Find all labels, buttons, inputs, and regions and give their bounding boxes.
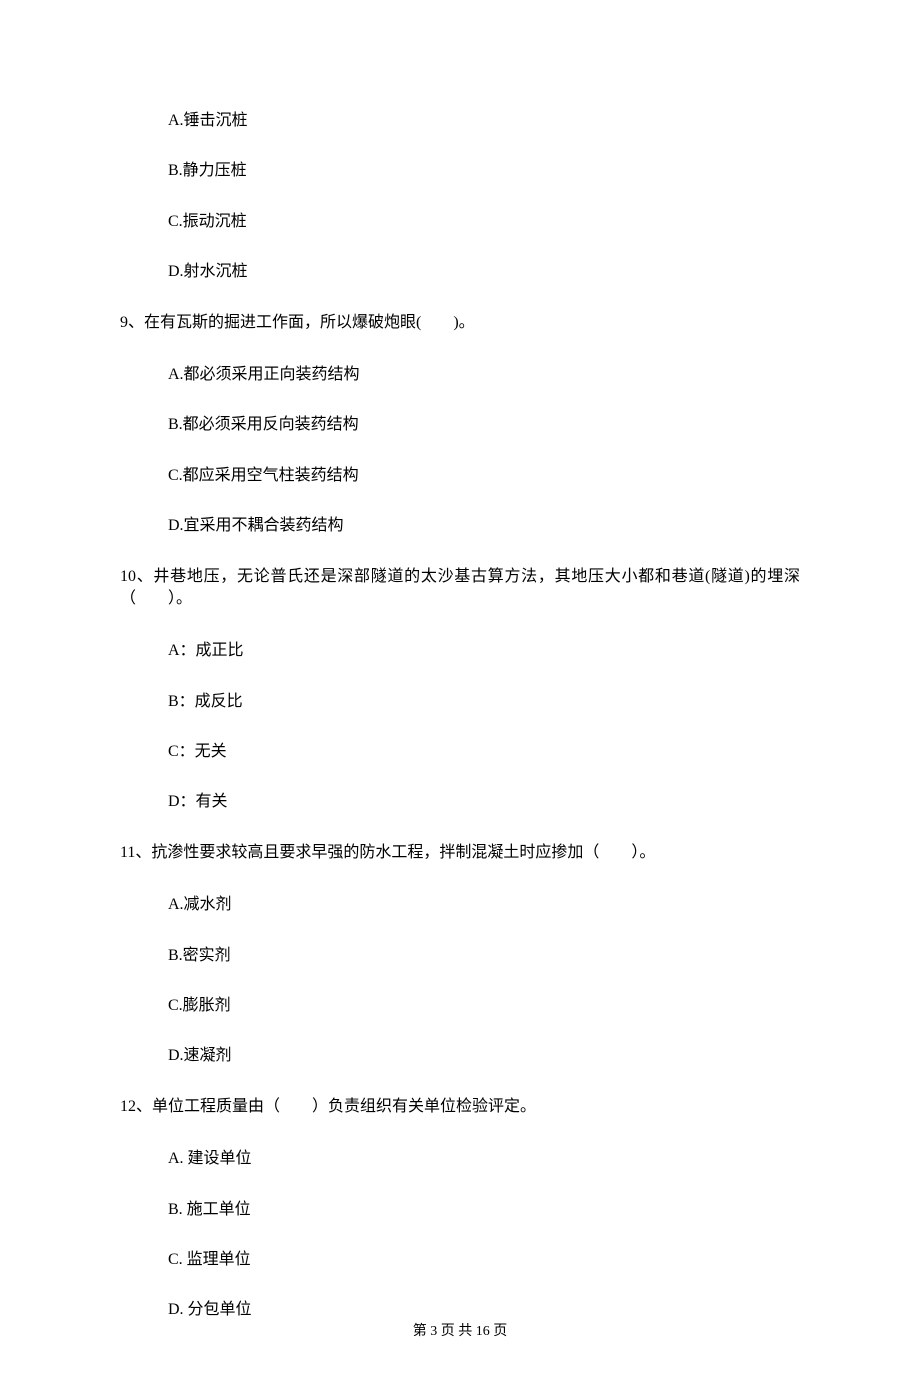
option-text: C.振动沉桩 xyxy=(168,211,800,233)
option-text: D.宜采用不耦合装药结构 xyxy=(168,515,800,537)
option-text: D.速凝剂 xyxy=(168,1045,800,1067)
option-text: B.密实剂 xyxy=(168,945,800,967)
option-text: C：无关 xyxy=(168,741,800,763)
question-11: 11、抗渗性要求较高且要求早强的防水工程，拌制混凝土时应掺加（ ）。 xyxy=(120,842,800,864)
option-text: B.静力压桩 xyxy=(168,160,800,182)
option-text: A.都必须采用正向装药结构 xyxy=(168,364,800,386)
option-text: C. 监理单位 xyxy=(168,1249,800,1271)
question-12: 12、单位工程质量由（ ）负责组织有关单位检验评定。 xyxy=(120,1096,800,1118)
option-text: D：有关 xyxy=(168,791,800,813)
option-text: C.膨胀剂 xyxy=(168,995,800,1017)
option-text: D. 分包单位 xyxy=(168,1299,800,1321)
option-text: B. 施工单位 xyxy=(168,1199,800,1221)
option-text: A：成正比 xyxy=(168,640,800,662)
question-9: 9、在有瓦斯的掘进工作面，所以爆破炮眼( )。 xyxy=(120,312,800,334)
option-text: C.都应采用空气柱装药结构 xyxy=(168,465,800,487)
option-text: B.都必须采用反向装药结构 xyxy=(168,414,800,436)
option-text: A.减水剂 xyxy=(168,894,800,916)
page-container: A.锤击沉桩 B.静力压桩 C.振动沉桩 D.射水沉桩 9、在有瓦斯的掘进工作面… xyxy=(0,0,920,1380)
option-text: A.锤击沉桩 xyxy=(168,110,800,132)
option-text: A. 建设单位 xyxy=(168,1148,800,1170)
option-text: B：成反比 xyxy=(168,691,800,713)
question-10: 10、井巷地压，无论普氏还是深部隧道的太沙基古算方法，其地压大小都和巷道(隧道)… xyxy=(120,566,800,611)
page-footer: 第 3 页 共 16 页 xyxy=(0,1322,920,1342)
option-text: D.射水沉桩 xyxy=(168,261,800,283)
